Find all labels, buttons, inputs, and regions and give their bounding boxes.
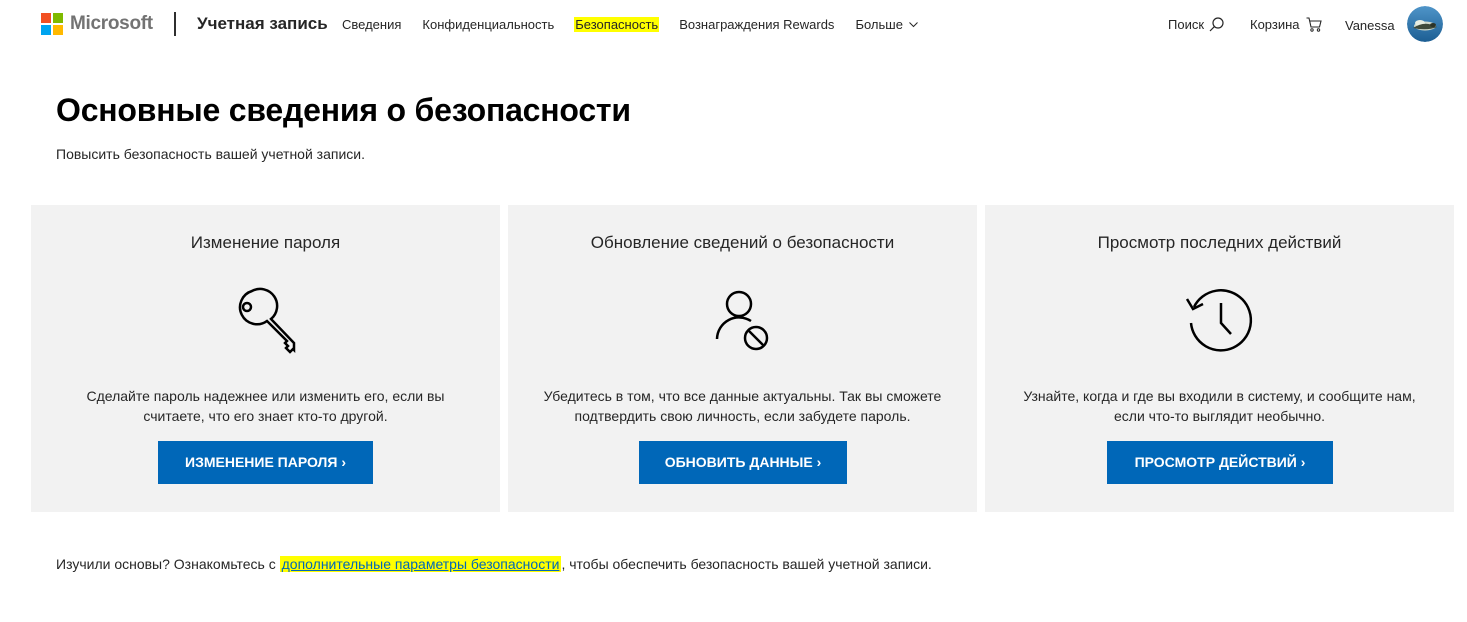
cart-icon: [1306, 17, 1322, 32]
logo-text: Microsoft: [70, 13, 153, 34]
recent-activity-card: Просмотр последних действий Узнайте, ког…: [985, 205, 1454, 512]
search-icon: [1209, 17, 1224, 32]
update-security-info-card: Обновление сведений о безопасности Убеди…: [508, 205, 977, 512]
microsoft-logo-icon: [41, 13, 63, 35]
footer-suffix: , чтобы обеспечить безопасность вашей уч…: [561, 556, 932, 572]
top-header: Microsoft Учетная запись Сведения Конфид…: [0, 0, 1467, 48]
nav-item-rewards[interactable]: Вознаграждения Rewards: [679, 17, 834, 32]
avatar[interactable]: [1407, 6, 1443, 42]
microsoft-logo[interactable]: Microsoft: [41, 13, 153, 35]
page-subtitle: Повысить безопасность вашей учетной запи…: [56, 146, 365, 162]
nav-item-info[interactable]: Сведения: [342, 17, 401, 32]
nav-item-privacy[interactable]: Конфиденциальность: [422, 17, 554, 32]
card-title: Обновление сведений о безопасности: [590, 233, 895, 252]
search-label: Поиск: [1168, 17, 1205, 32]
footer-prefix: Изучили основы? Ознакомьтесь с: [56, 556, 280, 572]
cart-label: Корзина: [1250, 17, 1300, 32]
nav-item-more[interactable]: Больше: [855, 17, 918, 32]
search-button[interactable]: Поиск: [1168, 17, 1224, 32]
update-info-button[interactable]: ОБНОВИТЬ ДАННЫЕ ›: [639, 441, 847, 484]
user-block-icon: [703, 285, 783, 365]
page-title: Основные сведения о безопасности: [56, 92, 631, 128]
nav-item-security[interactable]: Безопасность: [574, 17, 660, 32]
history-icon: [1180, 285, 1260, 365]
footer-text: Изучили основы? Ознакомьтесь с дополните…: [56, 556, 932, 572]
card-title: Изменение пароля: [190, 233, 341, 252]
nav-item-more-label: Больше: [855, 17, 903, 32]
change-password-button[interactable]: ИЗМЕНЕНИЕ ПАРОЛЯ ›: [158, 441, 373, 484]
chevron-down-icon: [909, 20, 918, 31]
card-description: Убедитесь в том, что все данные актуальн…: [543, 388, 942, 424]
header-divider: [174, 12, 176, 36]
main-nav: Сведения Конфиденциальность Безопасность…: [342, 17, 939, 32]
card-title: Просмотр последних действий: [1097, 233, 1342, 252]
card-description: Сделайте пароль надежнее или изменить ег…: [86, 388, 445, 424]
view-activity-button[interactable]: ПРОСМОТР ДЕЙСТВИЙ ›: [1107, 441, 1333, 484]
account-title-link[interactable]: Учетная запись: [197, 14, 328, 34]
card-description: Узнайте, когда и где вы входили в систем…: [1023, 388, 1416, 424]
advanced-security-link[interactable]: дополнительные параметры безопасности: [279, 556, 562, 572]
cart-button[interactable]: Корзина: [1250, 17, 1322, 32]
user-name[interactable]: Vanessa: [1345, 18, 1395, 33]
change-password-card: Изменение пароля Сделайте пароль надежне…: [31, 205, 500, 512]
key-icon: [226, 285, 306, 365]
